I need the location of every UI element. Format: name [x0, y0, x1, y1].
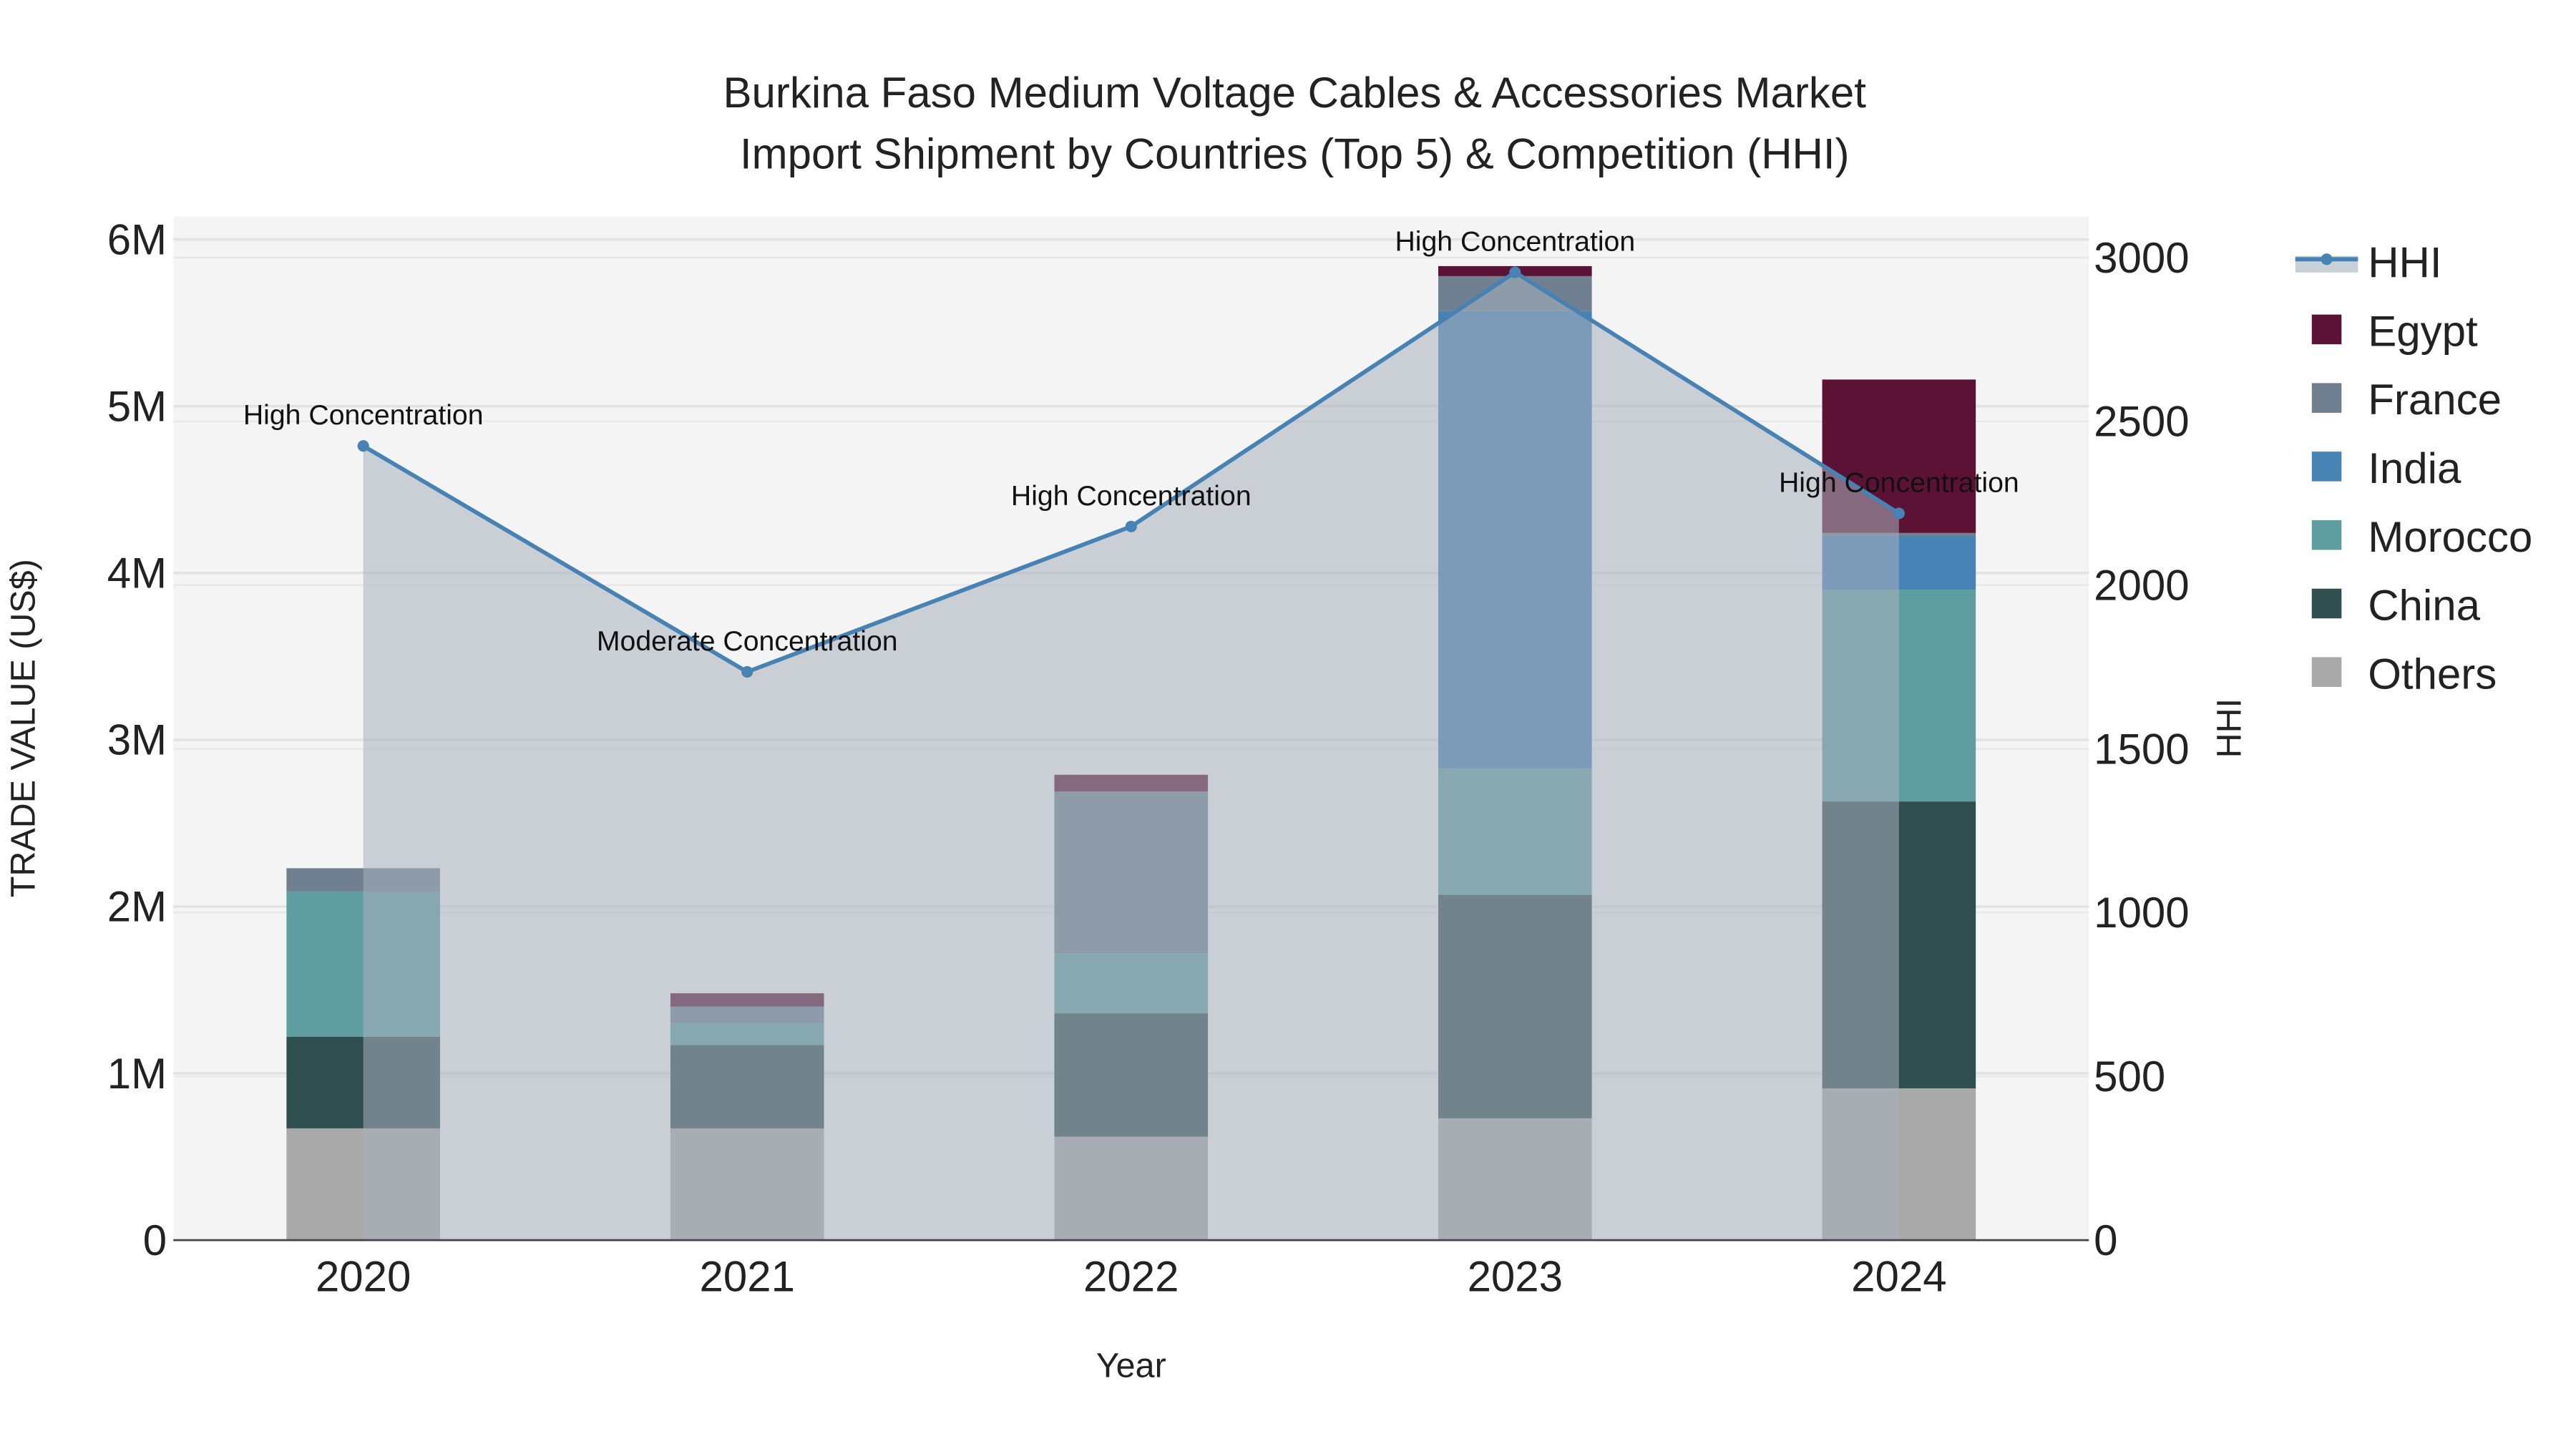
x-axis-title: Year — [1096, 1347, 1166, 1385]
y2-tick-label: 2000 — [2094, 561, 2189, 609]
hhi-annotation: High Concentration — [1011, 480, 1252, 512]
y-tick-label: 6M — [107, 215, 167, 263]
x-tick-label: 2021 — [699, 1253, 794, 1301]
y-tick-label: 2M — [107, 883, 167, 931]
chart: High Concentration Moderate Concentration… — [4, 69, 2532, 1385]
y-tick-label: 5M — [107, 382, 167, 430]
legend: HHI Egypt France India Morocco China Others — [2295, 239, 2532, 698]
y2-tick-label: 1000 — [2094, 889, 2189, 937]
hhi-annotation: High Concentration — [1395, 226, 1635, 258]
legend-swatch-china — [2311, 588, 2342, 619]
legend-label-others: Others — [2368, 650, 2497, 698]
x-tick-label: 2024 — [1851, 1253, 1946, 1301]
legend-swatch-morocco — [2311, 519, 2342, 550]
y2-tick-label: 1500 — [2094, 725, 2189, 773]
hhi-point — [741, 665, 753, 678]
legend-label-france: France — [2368, 376, 2502, 424]
hhi-point — [357, 440, 369, 452]
y2-tick-label: 0 — [2094, 1216, 2117, 1264]
hhi-annotation: High Concentration — [243, 399, 484, 431]
x-tick-label: 2020 — [316, 1253, 411, 1301]
legend-label-hhi: HHI — [2368, 239, 2441, 287]
hhi-point — [1893, 507, 1905, 519]
y-tick-label: 1M — [107, 1050, 167, 1098]
hhi-point — [1509, 266, 1521, 278]
y2-axis-title: HHI — [2210, 698, 2249, 758]
chart-title: Burkina Faso Medium Voltage Cables & Acc… — [723, 69, 1867, 117]
x-tick-label: 2022 — [1083, 1253, 1179, 1301]
chart-subtitle: Import Shipment by Countries (Top 5) & C… — [740, 130, 1850, 177]
y2-tick-label: 500 — [2094, 1053, 2165, 1101]
y-tick-label: 4M — [107, 550, 167, 597]
hhi-annotation: High Concentration — [1779, 467, 2019, 498]
legend-label-egypt: Egypt — [2368, 307, 2478, 355]
legend-swatch-france — [2311, 383, 2342, 413]
y-tick-label: 0 — [143, 1216, 167, 1264]
legend-swatch-india — [2311, 452, 2342, 482]
y-axis-title: TRADE VALUE (US$) — [4, 559, 42, 897]
legend-swatch-hhi-marker — [2321, 253, 2333, 265]
legend-label-china: China — [2368, 582, 2480, 630]
hhi-annotation: Moderate Concentration — [597, 625, 898, 657]
y2-tick-label: 2500 — [2094, 398, 2189, 446]
hhi-point — [1125, 520, 1137, 532]
y-tick-label: 3M — [107, 716, 167, 764]
x-tick-label: 2023 — [1468, 1253, 1563, 1301]
legend-label-india: India — [2368, 444, 2462, 492]
legend-swatch-others — [2311, 657, 2342, 687]
legend-swatch-egypt — [2311, 314, 2342, 345]
y2-tick-label: 3000 — [2094, 234, 2189, 282]
legend-label-morocco: Morocco — [2368, 513, 2532, 561]
